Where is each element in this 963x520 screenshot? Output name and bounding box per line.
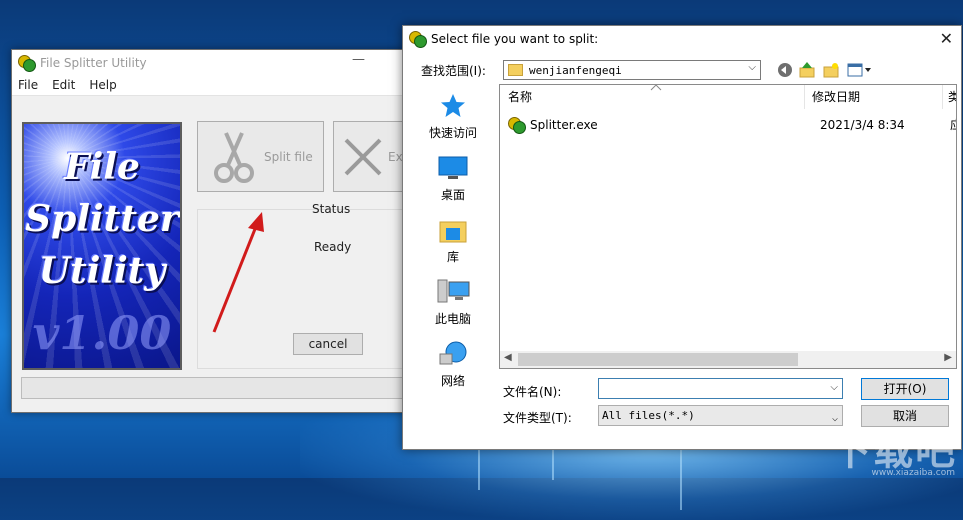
up-folder-icon[interactable] — [799, 62, 815, 78]
sort-ascending-icon — [650, 85, 662, 91]
horizontal-scrollbar[interactable]: ◀ ▶ — [500, 351, 956, 368]
place-library[interactable]: 库 — [409, 216, 497, 265]
place-this-pc[interactable]: 此电脑 — [409, 278, 497, 327]
view-menu-icon[interactable] — [847, 62, 873, 78]
desktop-icon — [438, 156, 468, 179]
x-icon — [344, 138, 382, 175]
look-in-value: wenjianfengeqi — [529, 63, 622, 77]
file-type-value: All files(*.*) — [602, 409, 695, 422]
scroll-right-icon[interactable]: ▶ — [944, 352, 952, 363]
logo-word-file: File — [64, 146, 140, 188]
file-type-dropdown[interactable]: All files(*.*) ⌵ — [598, 405, 843, 426]
annotation-arrow — [212, 212, 264, 333]
status-text: Ready — [314, 240, 352, 254]
file-type-label: 文件类型(T): — [503, 411, 572, 425]
dialog-app-icon — [409, 31, 427, 48]
list-item[interactable]: Splitter.exe 2021/3/4 8:34 应 — [508, 116, 956, 134]
open-button[interactable]: 打开(O) — [861, 378, 949, 400]
place-label: 网络 — [440, 374, 465, 388]
menu-help[interactable]: Help — [83, 78, 124, 92]
logo-version: v1.00 — [32, 306, 172, 360]
logo-word-splitter: Splitter — [25, 198, 179, 240]
minimize-button[interactable]: — — [352, 52, 365, 67]
file-name: Splitter.exe — [530, 117, 598, 132]
chevron-down-icon[interactable]: ⌵ — [830, 382, 838, 393]
close-icon[interactable]: ✕ — [940, 29, 953, 48]
file-name-input[interactable]: ⌵ — [598, 378, 843, 399]
place-network[interactable]: 网络 — [409, 340, 497, 389]
file-name-label: 文件名(N): — [503, 385, 562, 399]
split-file-button[interactable]: Split file — [197, 121, 324, 192]
place-label: 桌面 — [440, 188, 465, 202]
computer-icon — [437, 279, 470, 303]
dialog-title: Select file you want to split: — [431, 32, 599, 46]
folder-icon — [508, 64, 523, 76]
new-folder-icon[interactable] — [823, 62, 839, 78]
file-splitter-window: File Splitter Utility — File Edit Help F… — [11, 49, 419, 413]
back-icon[interactable] — [777, 62, 793, 78]
open-file-dialog: Select file you want to split: ✕ 查找范围(I)… — [402, 25, 962, 450]
library-icon — [439, 221, 467, 243]
app-logo: File Splitter Utility v1.00 — [22, 122, 182, 370]
file-type: 应 — [950, 116, 956, 133]
place-label: 库 — [446, 250, 459, 264]
exit-button[interactable]: Exit — [333, 121, 413, 192]
main-window-title: File Splitter Utility — [40, 55, 147, 70]
cancel-split-button[interactable]: cancel — [293, 333, 363, 355]
place-label: 快速访问 — [428, 126, 477, 140]
scissors-icon — [214, 131, 254, 183]
menu-bar: File Edit Help — [12, 75, 410, 96]
progress-bar — [21, 377, 409, 399]
look-in-dropdown[interactable]: wenjianfengeqi ⌵ — [503, 60, 761, 80]
place-label: 此电脑 — [434, 312, 471, 326]
status-title: Status — [312, 202, 351, 216]
star-icon — [441, 94, 465, 117]
column-header-type[interactable]: 类 — [948, 85, 956, 109]
logo-word-utility: Utility — [38, 250, 166, 292]
chevron-down-icon: ⌵ — [748, 62, 756, 73]
split-file-label: Split file — [264, 149, 313, 164]
network-icon — [439, 341, 467, 365]
places-bar: 快速访问 桌面 库 此电脑 网络 — [409, 82, 497, 388]
menu-edit[interactable]: Edit — [46, 78, 83, 92]
scroll-left-icon[interactable]: ◀ — [504, 352, 512, 363]
column-header-date[interactable]: 修改日期 — [812, 85, 943, 109]
desktop-light-line — [680, 440, 682, 510]
place-desktop[interactable]: 桌面 — [409, 154, 497, 203]
place-quick-access[interactable]: 快速访问 — [409, 92, 497, 141]
app-icon — [18, 54, 36, 72]
file-list[interactable]: 名称 修改日期 类 Splitter.exe 2021/3/4 8:34 应 ◀… — [499, 84, 957, 369]
scrollbar-thumb[interactable] — [518, 353, 798, 366]
menu-file[interactable]: File — [12, 78, 46, 92]
look-in-label: 查找范围(I): — [421, 64, 486, 78]
watermark-url: www.xiazaiba.com — [871, 468, 955, 478]
main-title-bar[interactable]: File Splitter Utility — — [12, 50, 410, 75]
file-date: 2021/3/4 8:34 — [820, 117, 905, 132]
exe-icon — [508, 116, 526, 134]
dialog-title-bar[interactable]: Select file you want to split: — [403, 26, 961, 52]
